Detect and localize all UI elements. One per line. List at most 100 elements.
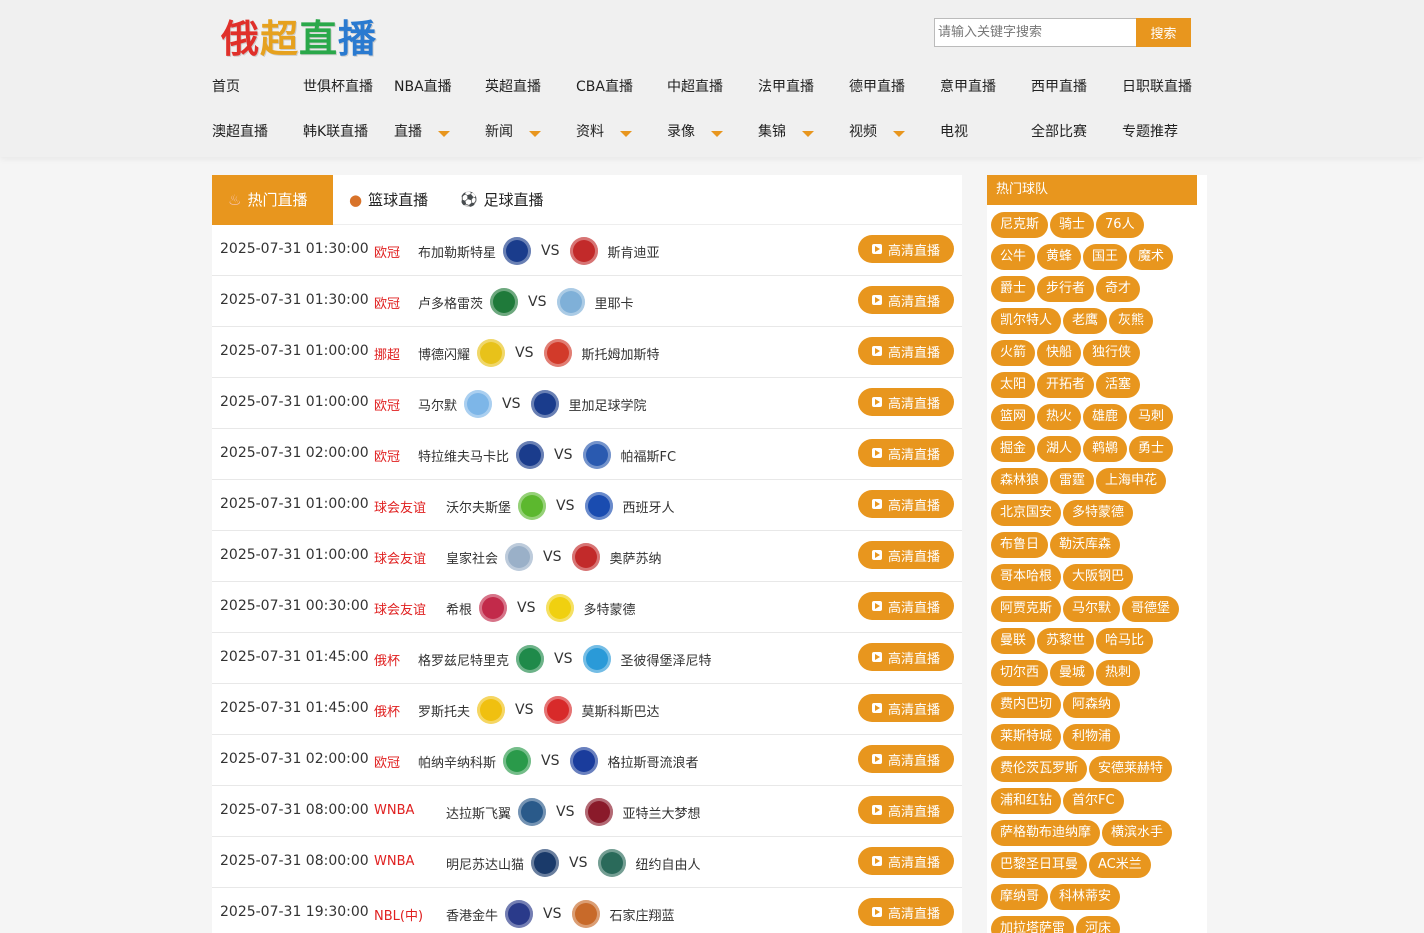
home-team-name[interactable]: 皇家社会: [446, 548, 498, 567]
home-team-name[interactable]: 格罗兹尼特里克: [418, 650, 509, 669]
team-tag[interactable]: 魔术: [1129, 244, 1174, 270]
team-tag[interactable]: 布鲁日: [991, 532, 1049, 558]
team-tag[interactable]: 火箭: [991, 340, 1036, 366]
away-team-name[interactable]: 多特蒙德: [583, 599, 635, 618]
team-tag[interactable]: 摩纳哥: [991, 884, 1049, 910]
league-name[interactable]: 球会友谊: [374, 599, 426, 618]
team-tag[interactable]: 骑士: [1050, 212, 1095, 238]
nav-dropdown[interactable]: 直播: [394, 121, 485, 143]
team-tag[interactable]: 活塞: [1096, 372, 1141, 398]
league-name[interactable]: WNBA: [374, 854, 414, 869]
team-tag[interactable]: 加拉塔萨雷: [991, 916, 1075, 933]
league-name[interactable]: WNBA: [374, 803, 414, 818]
nav-link[interactable]: 西甲直播: [1031, 76, 1122, 98]
hd-live-button[interactable]: 高清直播: [858, 439, 954, 467]
team-tag[interactable]: 大阪钢巴: [1063, 564, 1134, 590]
nav-link[interactable]: 英超直播: [485, 76, 576, 98]
nav-dropdown[interactable]: 集锦: [758, 121, 849, 143]
home-team-name[interactable]: 特拉维夫马卡比: [418, 446, 509, 465]
nav-link[interactable]: NBA直播: [394, 76, 485, 98]
away-team-name[interactable]: 里加足球学院: [568, 395, 646, 414]
league-name[interactable]: NBL(中): [374, 905, 423, 924]
away-team-name[interactable]: 西班牙人: [622, 497, 674, 516]
team-tag[interactable]: 湖人: [1037, 436, 1082, 462]
hd-live-button[interactable]: 高清直播: [858, 388, 954, 416]
team-tag[interactable]: 安德莱赫特: [1089, 756, 1173, 782]
nav-link[interactable]: 电视: [940, 121, 1031, 143]
nav-link[interactable]: 日职联直播: [1122, 76, 1213, 98]
team-tag[interactable]: 开拓者: [1037, 372, 1095, 398]
nav-link[interactable]: 意甲直播: [940, 76, 1031, 98]
home-team-name[interactable]: 博德闪耀: [418, 344, 470, 363]
nav-link[interactable]: 中超直播: [667, 76, 758, 98]
team-tag[interactable]: 掘金: [991, 436, 1036, 462]
home-team-name[interactable]: 希根: [446, 599, 472, 618]
site-logo[interactable]: 俄超直播: [221, 12, 377, 61]
team-tag[interactable]: 巴黎圣日耳曼: [991, 852, 1088, 878]
team-tag[interactable]: 多特蒙德: [1063, 500, 1134, 526]
nav-link[interactable]: 德甲直播: [849, 76, 940, 98]
league-name[interactable]: 球会友谊: [374, 497, 426, 516]
league-name[interactable]: 俄杯: [374, 701, 400, 720]
team-tag[interactable]: 横滨水手: [1102, 820, 1173, 846]
team-tag[interactable]: 76人: [1096, 212, 1144, 238]
home-team-name[interactable]: 沃尔夫斯堡: [446, 497, 511, 516]
hd-live-button[interactable]: 高清直播: [858, 541, 954, 569]
nav-link[interactable]: 世俱杯直播: [303, 76, 394, 98]
away-team-name[interactable]: 格拉斯哥流浪者: [607, 752, 698, 771]
home-team-name[interactable]: 明尼苏达山猫: [446, 854, 524, 873]
nav-link[interactable]: CBA直播: [576, 76, 667, 98]
team-tag[interactable]: 热火: [1037, 404, 1082, 430]
league-name[interactable]: 欧冠: [374, 242, 400, 261]
team-tag[interactable]: 勒沃库森: [1050, 532, 1121, 558]
team-tag[interactable]: 利物浦: [1063, 724, 1121, 750]
team-tag[interactable]: 爵士: [991, 276, 1036, 302]
league-name[interactable]: 挪超: [374, 344, 400, 363]
search-input[interactable]: [934, 18, 1136, 47]
home-team-name[interactable]: 罗斯托夫: [418, 701, 470, 720]
team-tag[interactable]: 费伦茨瓦罗斯: [991, 756, 1088, 782]
home-team-name[interactable]: 帕纳辛纳科斯: [418, 752, 496, 771]
nav-link[interactable]: 澳超直播: [212, 121, 303, 143]
nav-dropdown[interactable]: 视频: [849, 121, 940, 143]
team-tag[interactable]: 鹈鹕: [1083, 436, 1128, 462]
team-tag[interactable]: 阿森纳: [1063, 692, 1121, 718]
team-tag[interactable]: 雄鹿: [1083, 404, 1128, 430]
team-tag[interactable]: 哥德堡: [1122, 596, 1180, 622]
hd-live-button[interactable]: 高清直播: [858, 745, 954, 773]
team-tag[interactable]: 莱斯特城: [991, 724, 1062, 750]
away-team-name[interactable]: 亚特兰大梦想: [622, 803, 700, 822]
team-tag[interactable]: 老鹰: [1063, 308, 1108, 334]
league-name[interactable]: 欧冠: [374, 752, 400, 771]
nav-link[interactable]: 法甲直播: [758, 76, 849, 98]
nav-dropdown[interactable]: 录像: [667, 121, 758, 143]
team-tag[interactable]: AC米兰: [1089, 852, 1151, 878]
hd-live-button[interactable]: 高清直播: [858, 694, 954, 722]
nav-link[interactable]: 全部比赛: [1031, 121, 1122, 143]
team-tag[interactable]: 勇士: [1129, 436, 1174, 462]
hd-live-button[interactable]: 高清直播: [858, 235, 954, 263]
hd-live-button[interactable]: 高清直播: [858, 592, 954, 620]
nav-dropdown[interactable]: 资料: [576, 121, 667, 143]
team-tag[interactable]: 篮网: [991, 404, 1036, 430]
away-team-name[interactable]: 帕福斯FC: [620, 446, 676, 465]
home-team-name[interactable]: 达拉斯飞翼: [446, 803, 511, 822]
away-team-name[interactable]: 奥萨苏纳: [609, 548, 661, 567]
team-tag[interactable]: 曼联: [991, 628, 1036, 654]
league-name[interactable]: 欧冠: [374, 395, 400, 414]
team-tag[interactable]: 黄蜂: [1037, 244, 1082, 270]
team-tag[interactable]: 马尔默: [1063, 596, 1121, 622]
tab-basketball[interactable]: ● 篮球直播: [333, 175, 444, 225]
team-tag[interactable]: 首尔FC: [1063, 788, 1124, 814]
team-tag[interactable]: 阿贾克斯: [991, 596, 1062, 622]
team-tag[interactable]: 浦和红钻: [991, 788, 1062, 814]
team-tag[interactable]: 雷霆: [1050, 468, 1095, 494]
home-team-name[interactable]: 布加勒斯特星: [418, 242, 496, 261]
team-tag[interactable]: 灰熊: [1109, 308, 1154, 334]
hd-live-button[interactable]: 高清直播: [858, 898, 954, 926]
tab-soccer-ball[interactable]: ⚽ 足球直播: [444, 175, 559, 225]
team-tag[interactable]: 北京国安: [991, 500, 1062, 526]
team-tag[interactable]: 快船: [1037, 340, 1082, 366]
team-tag[interactable]: 马刺: [1129, 404, 1174, 430]
away-team-name[interactable]: 石家庄翔蓝: [609, 905, 674, 924]
